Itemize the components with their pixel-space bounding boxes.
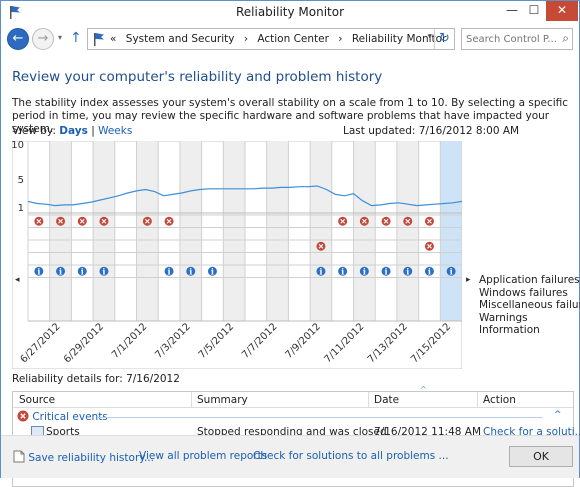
information-icon-glyph: i: [102, 266, 105, 276]
row-label-warnings: Warnings: [479, 311, 528, 324]
collapse-group-button[interactable]: ^: [554, 410, 562, 420]
row-label-miscellaneous-failures: Miscellaneous failures: [479, 299, 580, 311]
navigation-bar: ← → ▾ ↑ « System and Security › Action C…: [1, 25, 579, 53]
column-header-source[interactable]: Source: [19, 394, 55, 406]
search-input[interactable]: [466, 32, 556, 47]
column-divider[interactable]: [191, 392, 192, 408]
information-icon-glyph: i: [363, 266, 366, 276]
table-header: Source Summary Date Action: [13, 392, 573, 408]
breadcrumb-overflow[interactable]: «: [110, 33, 116, 45]
address-dropdown-icon[interactable]: ▾: [427, 32, 432, 42]
chart-column-shade: [136, 141, 159, 321]
save-history-link[interactable]: Save reliability history...: [13, 450, 154, 464]
title-bar: Reliability Monitor — ☐ ✕: [1, 1, 579, 23]
chart-scroll-left-button[interactable]: ◂: [15, 275, 20, 285]
information-icon-glyph: i: [211, 266, 214, 276]
row-label-windows-failures: Windows failures: [479, 286, 568, 299]
information-icon-glyph: i: [406, 266, 409, 276]
group-divider: [97, 417, 543, 418]
search-icon[interactable]: ⌕: [562, 31, 569, 46]
reliability-details-label: Reliability details for: 7/16/2012: [12, 373, 180, 385]
refresh-button[interactable]: ↻: [434, 29, 454, 49]
view-all-reports-link[interactable]: View all problem reports: [139, 450, 267, 462]
breadcrumb-separator[interactable]: ›: [244, 33, 248, 45]
chart-row-labels: Application failures Windows failures Mi…: [479, 274, 580, 337]
address-bar[interactable]: « System and Security › Action Center › …: [87, 28, 455, 50]
footer-bar: Save reliability history... View all pro…: [1, 435, 579, 478]
reliability-monitor-window: Reliability Monitor — ☐ ✕ ← → ▾ ↑ « Syst…: [0, 0, 580, 487]
column-header-action[interactable]: Action: [483, 394, 516, 406]
column-divider[interactable]: [477, 392, 478, 408]
y-tick-label: 10: [12, 141, 24, 151]
back-button[interactable]: ←: [7, 28, 29, 50]
arrow-right-icon: →: [37, 31, 49, 46]
breadcrumb-separator[interactable]: ›: [338, 33, 342, 45]
chart-scroll-right-button[interactable]: ▸: [466, 275, 471, 285]
chart-column-shade: [353, 141, 376, 321]
close-button[interactable]: ✕: [546, 1, 578, 21]
breadcrumb: « System and Security › Action Center › …: [110, 33, 452, 45]
row-label-information: Information: [479, 324, 540, 336]
chart-column-shade: [49, 141, 72, 321]
ok-button[interactable]: OK: [509, 446, 573, 467]
information-icon-glyph: i: [428, 266, 431, 276]
check-all-solutions-link[interactable]: Check for solutions to all problems ...: [253, 450, 449, 462]
view-by-label: View by:: [12, 125, 56, 137]
information-icon-glyph: i: [450, 266, 453, 276]
information-icon-glyph: i: [319, 266, 322, 276]
breadcrumb-system-and-security[interactable]: System and Security: [126, 33, 235, 45]
stability-chart[interactable]: 1051i i i i i i i i i i i i i i6/27/2012 6/29/2012 7/1/…: [12, 141, 462, 369]
document-icon: [13, 450, 25, 463]
row-label-application-failures: Application failures: [479, 274, 580, 286]
chart-column-shade: [266, 141, 289, 321]
chart-column-shade: [310, 141, 332, 321]
up-button[interactable]: ↑: [70, 30, 82, 46]
information-icon-glyph: i: [59, 266, 62, 276]
selected-day-column: [440, 141, 462, 321]
information-icon-glyph: i: [168, 266, 171, 276]
recent-locations-dropdown[interactable]: ▾: [58, 33, 62, 42]
information-icon-glyph: i: [385, 266, 388, 276]
information-icon-glyph: i: [341, 266, 344, 276]
search-box[interactable]: ⌕: [461, 28, 573, 50]
view-separator: |: [91, 125, 95, 137]
control-panel-flag-icon: [94, 33, 104, 46]
information-icon-glyph: i: [81, 266, 84, 276]
content-area: Review your computer's reliability and p…: [1, 55, 580, 487]
column-header-summary[interactable]: Summary: [197, 394, 248, 406]
refresh-icon: ↻: [439, 31, 450, 46]
y-tick-label: 1: [18, 203, 24, 214]
breadcrumb-action-center[interactable]: Action Center: [257, 33, 329, 45]
chart-column-shade: [93, 141, 115, 321]
view-by-toggle: View by: Days | Weeks: [12, 125, 132, 137]
information-icon-glyph: i: [37, 266, 40, 276]
chart-column-shade: [179, 141, 202, 321]
save-history-text: Save reliability history...: [28, 452, 154, 464]
last-updated: Last updated: 7/16/2012 8:00 AM: [343, 125, 520, 137]
page-title: Review your computer's reliability and p…: [12, 69, 383, 85]
minimize-button[interactable]: —: [501, 1, 523, 21]
chart-column-shade: [396, 141, 419, 321]
y-tick-label: 5: [18, 175, 24, 186]
chart-column-shade: [223, 141, 245, 321]
column-header-date[interactable]: Date: [374, 394, 399, 406]
breadcrumb-reliability-monitor[interactable]: Reliability Monitor: [352, 33, 447, 45]
view-days-link[interactable]: Days: [59, 125, 88, 137]
window-title: Reliability Monitor: [235, 5, 345, 19]
column-divider[interactable]: [368, 392, 369, 408]
arrow-left-icon: ←: [12, 31, 24, 46]
arrow-up-icon: ↑: [70, 30, 82, 46]
critical-error-icon: [17, 410, 29, 422]
information-icon-glyph: i: [189, 266, 192, 276]
maximize-button[interactable]: ☐: [523, 1, 545, 21]
forward-button[interactable]: →: [32, 28, 54, 50]
critical-events-group[interactable]: Critical events: [17, 410, 543, 423]
view-weeks-link[interactable]: Weeks: [98, 125, 132, 137]
